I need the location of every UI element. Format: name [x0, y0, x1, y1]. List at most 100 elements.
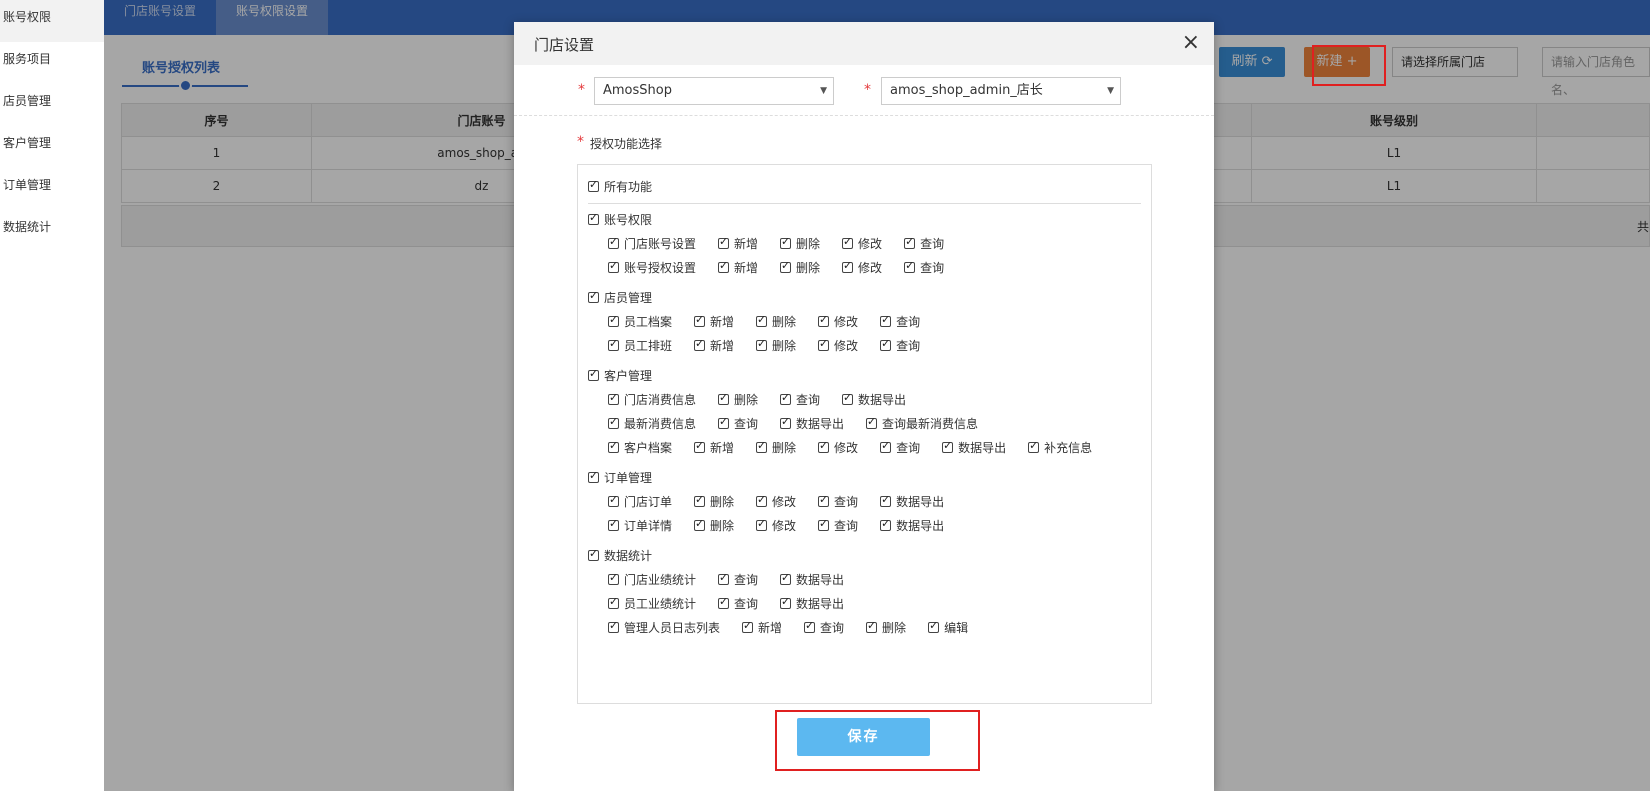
checkbox-action[interactable]: 查询: [904, 259, 944, 276]
checkbox-all-functions[interactable]: 所有功能: [588, 178, 652, 195]
checkbox-label: 新增: [710, 315, 735, 329]
checkbox-icon: [942, 439, 954, 453]
checkbox-icon: [880, 493, 892, 507]
checkbox-icon: [866, 619, 878, 633]
sidebar-item-statistics[interactable]: 数据统计: [0, 210, 104, 252]
sidebar-item-orders[interactable]: 订单管理: [0, 168, 104, 210]
checkbox-action[interactable]: 删除: [756, 439, 796, 456]
checkbox-icon: [608, 415, 619, 429]
checkbox-module[interactable]: 门店订单: [608, 493, 672, 510]
sidebar-item-staff[interactable]: 店员管理: [0, 84, 104, 126]
checkbox-icon: [818, 337, 830, 351]
checkbox-action[interactable]: 新增: [694, 439, 734, 456]
checkbox-action[interactable]: 修改: [756, 517, 796, 534]
role-select-field[interactable]: amos_shop_admin_店长 ▼: [881, 77, 1121, 105]
checkbox-group[interactable]: 账号权限: [588, 211, 652, 228]
checkbox-module[interactable]: 门店账号设置: [608, 235, 696, 252]
checkbox-label: 新增: [710, 339, 735, 353]
checkbox-action[interactable]: 删除: [780, 259, 820, 276]
checkbox-action[interactable]: 查询: [818, 493, 858, 510]
checkbox-icon: [880, 337, 892, 351]
checkbox-module[interactable]: 最新消费信息: [608, 415, 696, 432]
checkbox-module[interactable]: 管理人员日志列表: [608, 619, 720, 636]
checkbox-action[interactable]: 数据导出: [842, 391, 906, 408]
checkbox-action[interactable]: 查询: [880, 439, 920, 456]
checkbox-action[interactable]: 修改: [818, 337, 858, 354]
checkbox-module[interactable]: 客户档案: [608, 439, 672, 456]
checkbox-action[interactable]: 删除: [694, 493, 734, 510]
checkbox-module[interactable]: 门店消费信息: [608, 391, 696, 408]
checkbox-action[interactable]: 查询: [880, 313, 920, 330]
sidebar-item-label: 客户管理: [3, 136, 52, 150]
checkbox-icon: [608, 313, 619, 327]
sidebar-item-account-permissions[interactable]: 账号权限: [0, 0, 104, 42]
checkbox-icon: [742, 619, 754, 633]
sidebar-item-services[interactable]: 服务项目: [0, 42, 104, 84]
checkbox-action[interactable]: 查询: [818, 517, 858, 534]
checkbox-group[interactable]: 客户管理: [588, 367, 652, 384]
checkbox-action[interactable]: 查询最新消费信息: [866, 415, 978, 432]
checkbox-icon: [780, 595, 792, 609]
permission-group: 数据统计门店业绩统计查询数据导出员工业绩统计查询数据导出管理人员日志列表新增查询…: [588, 547, 968, 635]
checkbox-action[interactable]: 删除: [780, 235, 820, 252]
checkbox-action[interactable]: 新增: [742, 619, 782, 636]
checkbox-icon: [880, 313, 892, 327]
checkbox-action[interactable]: 数据导出: [780, 415, 844, 432]
checkbox-action[interactable]: 修改: [818, 313, 858, 330]
checkbox-action[interactable]: 修改: [842, 259, 882, 276]
checkbox-action[interactable]: 修改: [818, 439, 858, 456]
permission-group: 账号权限门店账号设置新增删除修改查询账号授权设置新增删除修改查询: [588, 211, 944, 275]
checkbox-action[interactable]: 查询: [718, 595, 758, 612]
checkbox-action[interactable]: 删除: [694, 517, 734, 534]
sidebar-item-label: 数据统计: [3, 220, 52, 234]
checkbox-action[interactable]: 数据导出: [942, 439, 1006, 456]
checkbox-action[interactable]: 删除: [718, 391, 758, 408]
checkbox-label: 查询: [896, 339, 921, 353]
checkbox-action[interactable]: 数据导出: [880, 517, 944, 534]
checkbox-module[interactable]: 员工档案: [608, 313, 672, 330]
sidebar-item-label: 订单管理: [3, 178, 52, 192]
store-settings-modal: 门店设置 × * AmosShop ▼ * amos_shop_admin_店长…: [514, 22, 1214, 791]
checkbox-action[interactable]: 数据导出: [880, 493, 944, 510]
checkbox-action[interactable]: 数据导出: [780, 595, 844, 612]
checkbox-group[interactable]: 订单管理: [588, 469, 652, 486]
required-mark: *: [864, 82, 871, 98]
checkbox-icon: [608, 619, 619, 633]
checkbox-module[interactable]: 订单详情: [608, 517, 672, 534]
highlight-save-button: [775, 710, 980, 771]
checkbox-icon: [780, 391, 792, 405]
checkbox-action[interactable]: 查询: [880, 337, 920, 354]
sidebar-item-customers[interactable]: 客户管理: [0, 126, 104, 168]
checkbox-module[interactable]: 员工排班: [608, 337, 672, 354]
checkbox-action[interactable]: 删除: [756, 313, 796, 330]
checkbox-action[interactable]: 新增: [694, 337, 734, 354]
checkbox-group[interactable]: 店员管理: [588, 289, 652, 306]
checkbox-module[interactable]: 门店业绩统计: [608, 571, 696, 588]
close-icon[interactable]: ×: [1182, 30, 1200, 55]
permission-row: 管理人员日志列表 新增 查询 删除 编辑: [608, 619, 990, 636]
checkbox-action[interactable]: 修改: [756, 493, 796, 510]
checkbox-label: 门店账号设置: [624, 237, 697, 251]
checkbox-action[interactable]: 修改: [842, 235, 882, 252]
checkbox-action[interactable]: 查询: [804, 619, 844, 636]
checkbox-action[interactable]: 删除: [756, 337, 796, 354]
checkbox-action[interactable]: 补充信息: [1028, 439, 1092, 456]
checkbox-icon: [904, 235, 916, 249]
checkbox-action[interactable]: 查询: [780, 391, 820, 408]
checkbox-module[interactable]: 账号授权设置: [608, 259, 696, 276]
checkbox-action[interactable]: 数据导出: [780, 571, 844, 588]
checkbox-action[interactable]: 查询: [904, 235, 944, 252]
store-select-field[interactable]: AmosShop ▼: [594, 77, 834, 105]
checkbox-label: 删除: [796, 237, 821, 251]
checkbox-module[interactable]: 员工业绩统计: [608, 595, 696, 612]
checkbox-action[interactable]: 删除: [866, 619, 906, 636]
checkbox-icon: [756, 313, 768, 327]
checkbox-group[interactable]: 数据统计: [588, 547, 652, 564]
checkbox-action[interactable]: 查询: [718, 571, 758, 588]
checkbox-action[interactable]: 查询: [718, 415, 758, 432]
checkbox-action[interactable]: 新增: [718, 235, 758, 252]
checkbox-action[interactable]: 新增: [718, 259, 758, 276]
checkbox-action[interactable]: 编辑: [928, 619, 968, 636]
checkbox-action[interactable]: 新增: [694, 313, 734, 330]
checkbox-label: 删除: [710, 495, 735, 509]
